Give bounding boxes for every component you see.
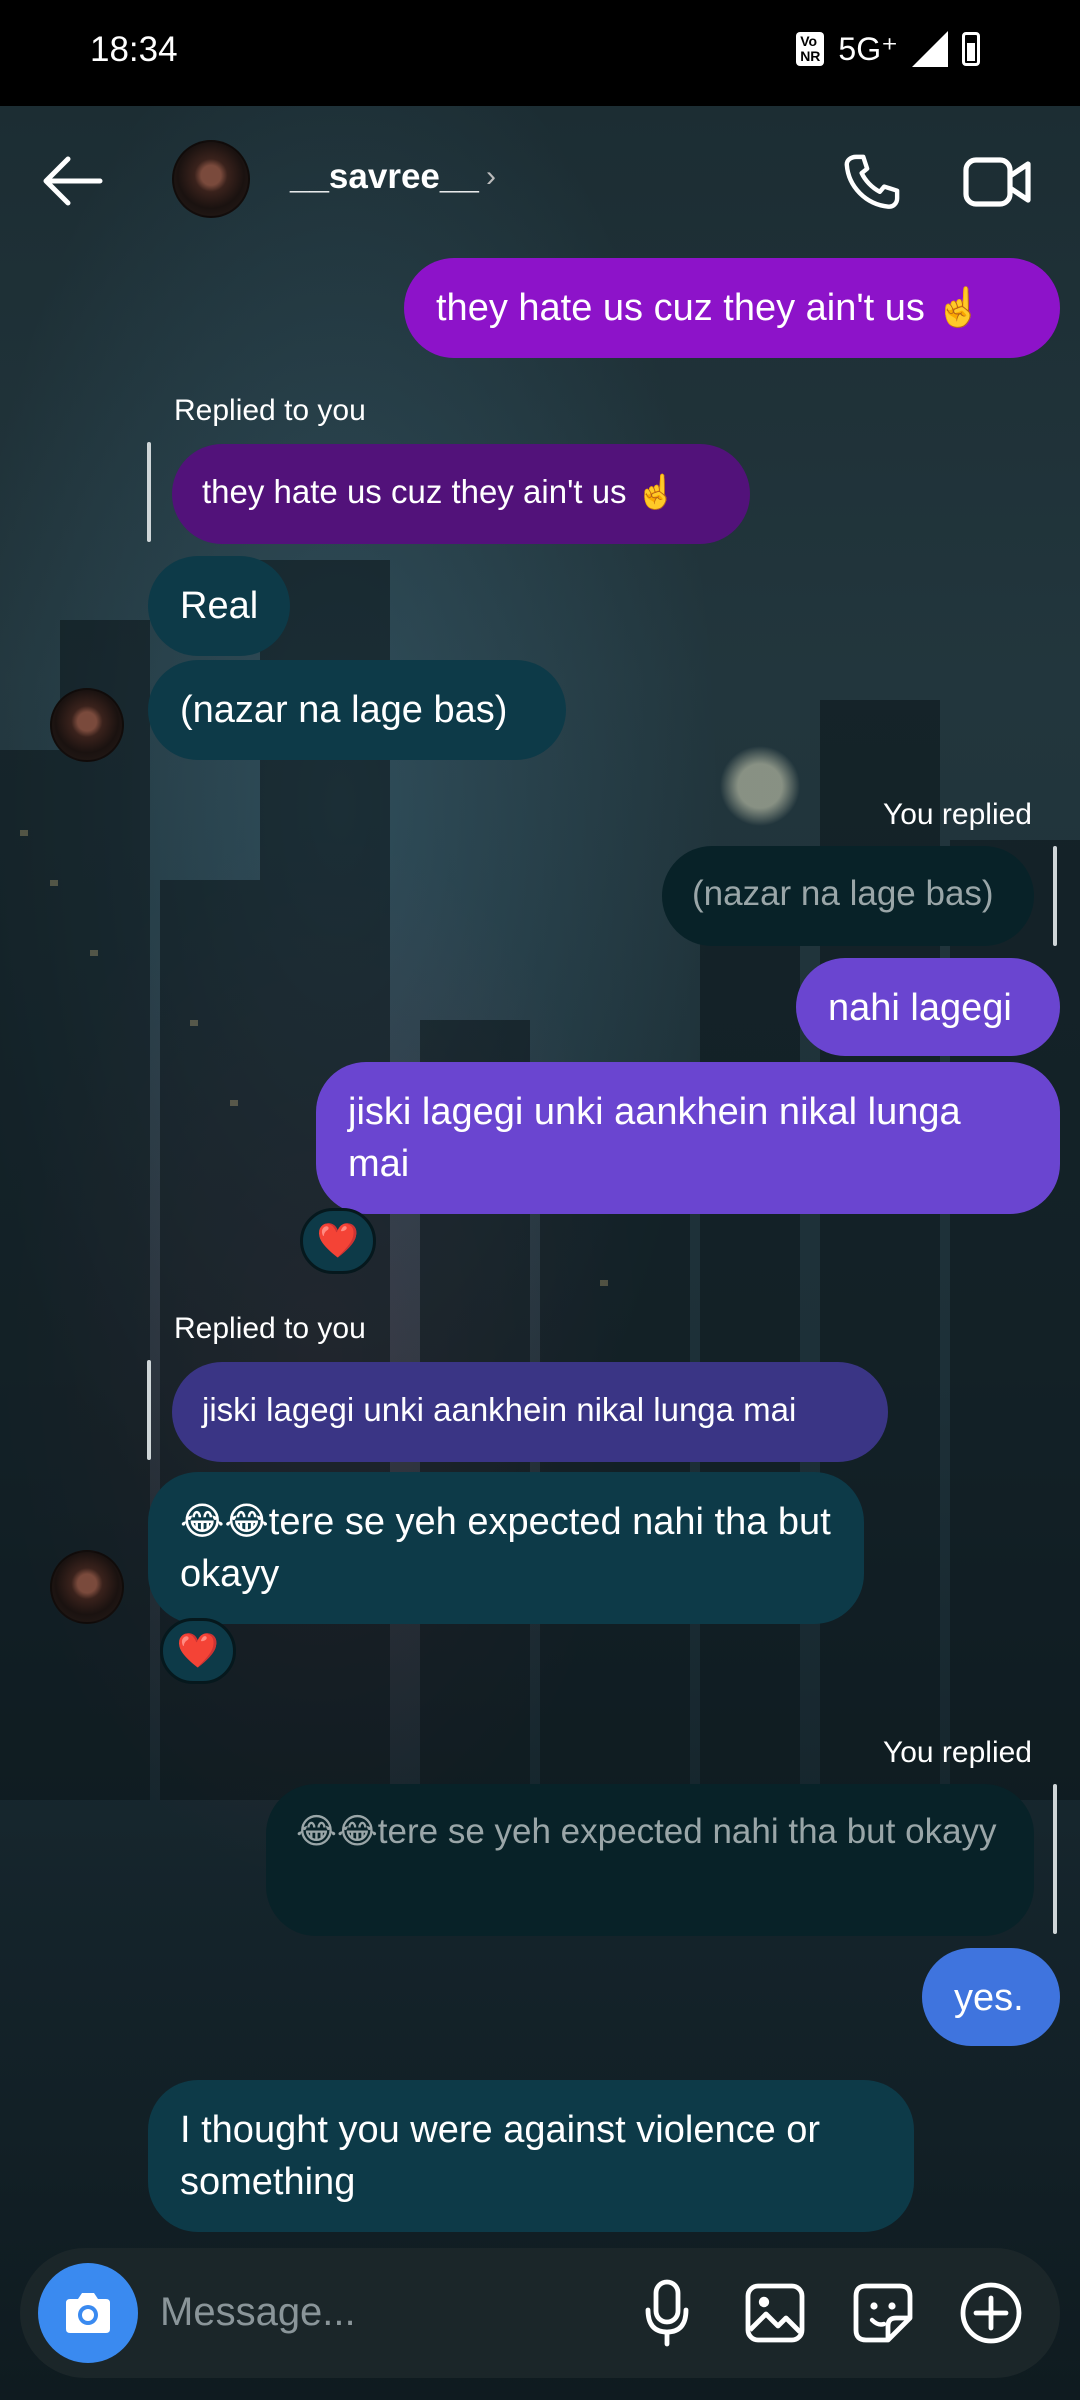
- video-icon[interactable]: [962, 150, 1034, 214]
- sticker-icon[interactable]: [852, 2282, 914, 2344]
- back-arrow-icon[interactable]: [40, 154, 104, 208]
- outgoing-message[interactable]: they hate us cuz they ain't us ☝️: [404, 258, 1060, 358]
- outgoing-message[interactable]: yes.: [922, 1948, 1060, 2046]
- reply-label: Replied to you: [174, 394, 366, 427]
- network-type: 5G⁺: [838, 31, 898, 67]
- quote-bar: [1053, 1784, 1057, 1934]
- message-composer: Message...: [20, 2248, 1060, 2378]
- username[interactable]: __savree__: [290, 157, 479, 197]
- heart-reaction[interactable]: ❤️: [300, 1208, 376, 1274]
- gallery-icon[interactable]: [744, 2282, 806, 2344]
- heart-icon: ❤️: [316, 1222, 360, 1260]
- phone-icon[interactable]: [838, 150, 904, 216]
- header-avatar[interactable]: [172, 140, 250, 218]
- camera-button[interactable]: [38, 2263, 138, 2363]
- mic-icon[interactable]: [642, 2278, 692, 2348]
- quote-bar: [147, 442, 151, 542]
- quote-bar: [1053, 846, 1057, 946]
- reply-label: You replied: [882, 798, 1032, 831]
- quoted-message[interactable]: jiski lagegi unki aankhein nikal lunga m…: [172, 1362, 888, 1462]
- incoming-message[interactable]: (nazar na lage bas): [148, 660, 566, 760]
- camera-icon: [66, 2293, 110, 2333]
- quote-bar: [147, 1360, 151, 1460]
- quoted-message[interactable]: 😂😂tere se yeh expected nahi tha but okay…: [266, 1784, 1034, 1936]
- status-icons: Vo NR 5G⁺: [796, 30, 980, 68]
- incoming-message[interactable]: I thought you were against violence or s…: [148, 2080, 914, 2232]
- heart-reaction[interactable]: ❤️: [160, 1618, 236, 1684]
- battery-icon: [962, 32, 980, 66]
- reply-label: You replied: [882, 1736, 1032, 1769]
- plus-icon[interactable]: [958, 2280, 1024, 2346]
- heart-icon: ❤️: [176, 1632, 220, 1670]
- chat-header: __savree__ ›: [0, 106, 1080, 256]
- sender-avatar[interactable]: [50, 1550, 124, 1624]
- reply-label: Replied to you: [174, 1312, 366, 1345]
- status-bar: 18:34 Vo NR 5G⁺: [0, 0, 1080, 106]
- outgoing-message[interactable]: nahi lagegi: [796, 958, 1060, 1056]
- quoted-message[interactable]: they hate us cuz they ain't us ☝️: [172, 444, 750, 544]
- incoming-message[interactable]: Real: [148, 556, 290, 656]
- quoted-message[interactable]: (nazar na lage bas): [662, 846, 1034, 946]
- chevron-right-icon[interactable]: ›: [486, 160, 496, 194]
- sender-avatar[interactable]: [50, 688, 124, 762]
- outgoing-message[interactable]: jiski lagegi unki aankhein nikal lunga m…: [316, 1062, 1060, 1214]
- status-time: 18:34: [90, 30, 178, 69]
- incoming-message[interactable]: 😂😂tere se yeh expected nahi tha but okay…: [148, 1472, 864, 1624]
- volte-icon: Vo NR: [796, 32, 825, 66]
- signal-icon: [912, 31, 948, 67]
- message-input[interactable]: Message...: [160, 2290, 356, 2335]
